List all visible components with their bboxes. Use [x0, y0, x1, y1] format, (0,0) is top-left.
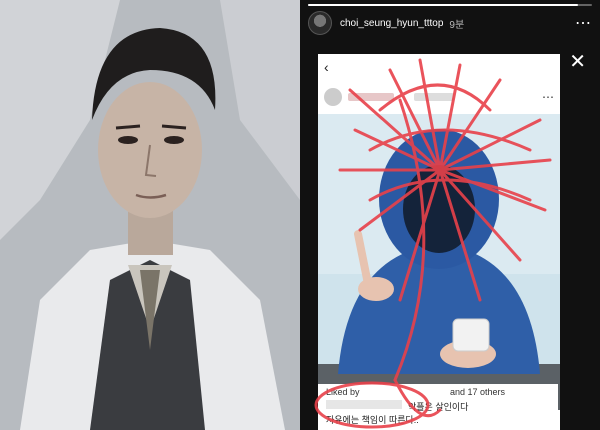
liked-by-label: Liked by [326, 387, 360, 397]
post-more-icon: ⋯ [542, 90, 554, 104]
story-viewer[interactable]: choi_seung_hyun_tttop 9분 ⋯ ✕ ‹ ⋯ [300, 0, 600, 430]
blurred-location [414, 93, 454, 101]
avatar[interactable] [308, 11, 332, 35]
post-profile-row: ⋯ [318, 82, 560, 112]
post-caption: Liked by and 17 others 악플은 살인이다 자유에는 책임이… [318, 384, 558, 430]
blurred-username [348, 93, 394, 101]
story-progress-fill [308, 4, 578, 6]
close-icon[interactable]: ✕ [569, 52, 586, 72]
story-progress-bar [308, 4, 592, 6]
story-time: 9분 [449, 19, 465, 31]
shared-post-screenshot: ‹ ⋯ [318, 54, 560, 430]
caption-text-2: 자유에는 책임이 따른다.. [326, 415, 419, 425]
story-header: choi_seung_hyun_tttop 9분 ⋯ [308, 10, 592, 36]
hooded-figure-illustration [318, 114, 560, 410]
post-topbar: ‹ [318, 54, 560, 80]
caption-text-1: 악플은 살인이다 [408, 402, 469, 412]
caption-line-1: 악플은 살인이다 [326, 400, 468, 413]
story-username[interactable]: choi_seung_hyun_tttop [340, 18, 443, 29]
back-arrow-icon: ‹ [324, 59, 329, 75]
more-options-icon[interactable]: ⋯ [575, 13, 592, 33]
portrait-photo [0, 0, 300, 430]
blurred-commenter [326, 400, 402, 409]
likes-count: and 17 others [450, 387, 506, 397]
post-image [318, 114, 560, 410]
portrait-illustration [0, 0, 300, 430]
post-avatar [324, 88, 342, 106]
